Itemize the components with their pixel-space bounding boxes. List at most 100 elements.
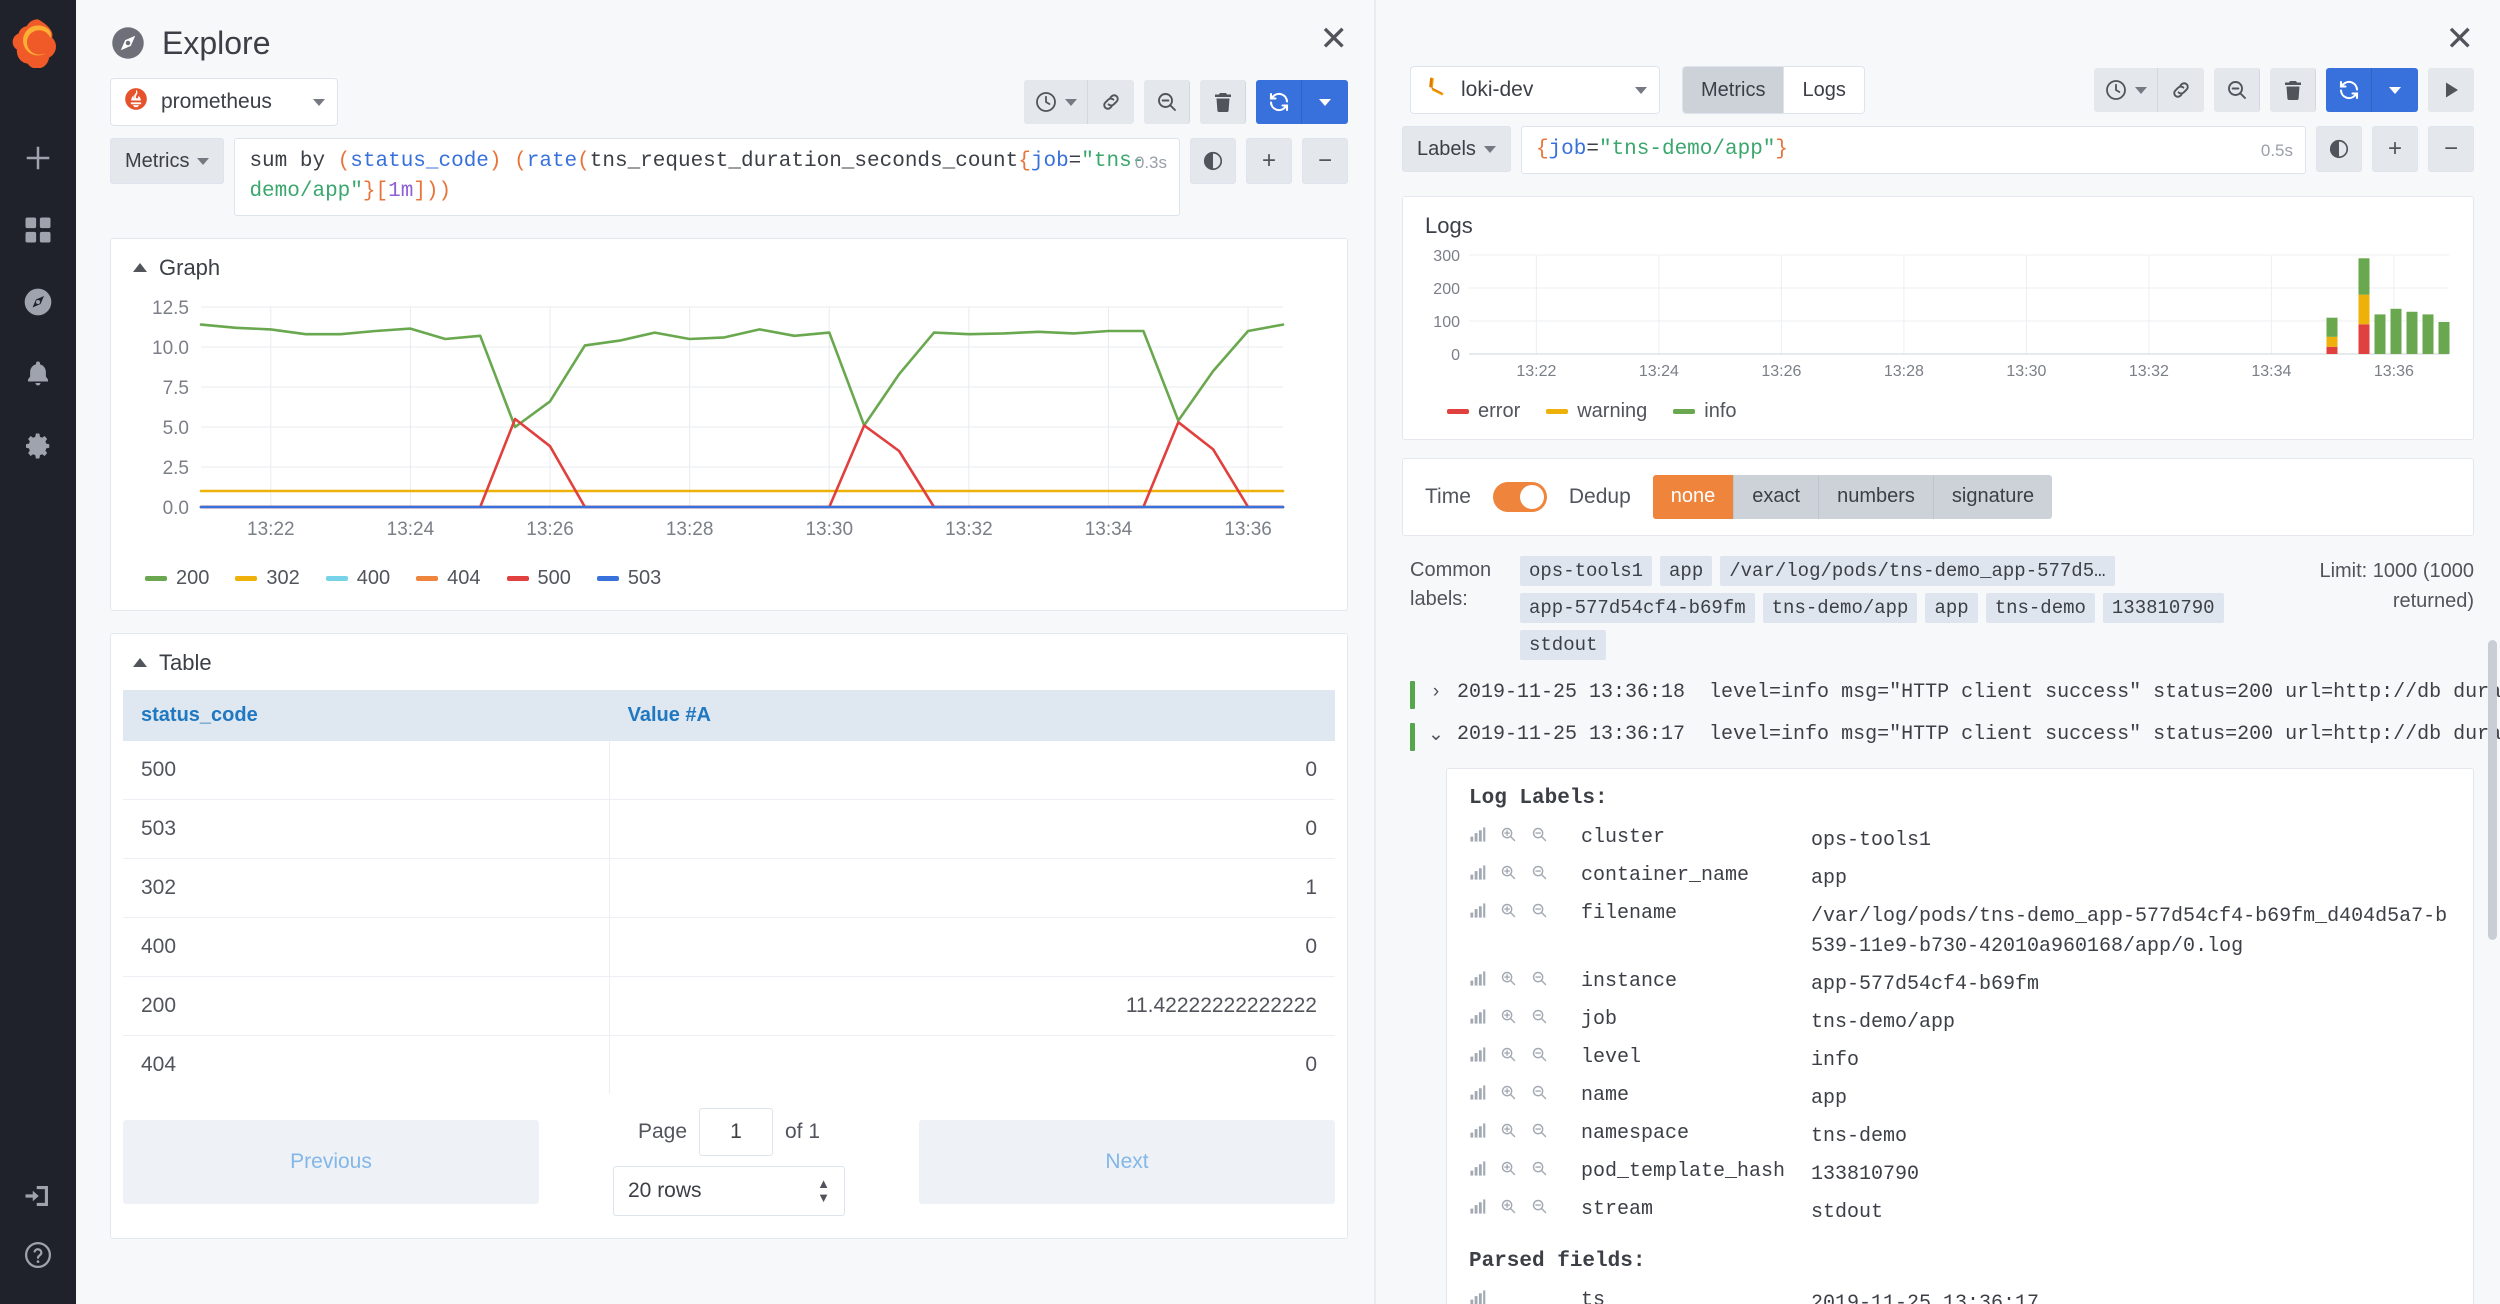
add-query-button-left[interactable]: + xyxy=(1246,138,1292,184)
log-expand-toggle[interactable]: ⌄ xyxy=(1427,723,1445,746)
legend-item-400[interactable]: 400 xyxy=(325,567,390,590)
filter-out-icon[interactable] xyxy=(1531,1084,1548,1101)
sidebar-item-configuration[interactable] xyxy=(1,410,75,482)
legend-item-warning[interactable]: warning xyxy=(1546,400,1647,423)
run-query-button[interactable] xyxy=(2428,68,2474,112)
log-row[interactable]: › 2019-11-25 13:36:18 level=info msg="HTT… xyxy=(1410,674,2500,716)
filter-for-icon[interactable] xyxy=(1500,1198,1517,1215)
common-label-chip[interactable]: ops-tools1 xyxy=(1520,555,1653,586)
filter-for-icon[interactable] xyxy=(1500,826,1517,843)
common-label-chip[interactable]: /var/log/pods/tns-demo_app-577d5… xyxy=(1720,555,2115,586)
clear-all-button-right[interactable] xyxy=(2270,68,2316,112)
table-column-header[interactable]: Value #A xyxy=(609,689,1335,741)
common-label-chip[interactable]: tns-demo/app xyxy=(1762,592,1918,623)
log-expand-toggle[interactable]: › xyxy=(1427,681,1445,703)
dedup-option-exact[interactable]: exact xyxy=(1734,474,1820,519)
filter-for-icon[interactable] xyxy=(1500,1084,1517,1101)
dedup-option-none[interactable]: none xyxy=(1652,474,1735,519)
stats-icon[interactable] xyxy=(1469,902,1486,919)
toggle-visibility-button-right[interactable] xyxy=(2316,126,2362,172)
filter-for-icon[interactable] xyxy=(1500,1122,1517,1139)
next-page-button[interactable]: Next xyxy=(919,1119,1335,1204)
dedup-option-signature[interactable]: signature xyxy=(1933,474,2053,519)
rows-per-page-select[interactable]: 20 rows ▲ ▼ xyxy=(613,1165,845,1216)
filter-out-icon[interactable] xyxy=(1531,826,1548,843)
legend-item-503[interactable]: 503 xyxy=(596,567,661,590)
close-right-pane-button[interactable]: ✕ xyxy=(2446,22,2475,56)
query-mode-button-left[interactable]: Metrics xyxy=(110,138,225,184)
stats-icon[interactable] xyxy=(1469,1289,1486,1304)
filter-out-icon[interactable] xyxy=(1531,1046,1548,1063)
legend-item-200[interactable]: 200 xyxy=(145,567,209,590)
sidebar-item-explore[interactable] xyxy=(1,266,75,338)
stats-icon[interactable] xyxy=(1469,970,1486,987)
filter-out-icon[interactable] xyxy=(1531,1008,1548,1025)
time-picker-button-right[interactable] xyxy=(2094,68,2158,112)
filter-for-icon[interactable] xyxy=(1500,1046,1517,1063)
filter-out-icon[interactable] xyxy=(1531,1198,1548,1215)
datasource-picker-right[interactable]: loki-dev xyxy=(1410,66,1660,114)
sidebar-item-dashboards[interactable] xyxy=(1,194,75,266)
filter-out-icon[interactable] xyxy=(1531,1160,1548,1177)
refresh-button-right[interactable] xyxy=(2326,68,2372,112)
page-number-input[interactable] xyxy=(699,1107,773,1156)
table-column-header[interactable]: status_code xyxy=(123,689,610,741)
time-toggle[interactable] xyxy=(1492,481,1547,512)
common-label-chip[interactable]: tns-demo xyxy=(1985,592,2095,623)
time-picker-button-left[interactable] xyxy=(1024,80,1088,124)
refresh-interval-button-left[interactable] xyxy=(1302,80,1348,124)
datasource-picker-left[interactable]: prometheus xyxy=(110,78,338,126)
log-row[interactable]: ⌄ 2019-11-25 13:36:17 level=info msg="HTT… xyxy=(1410,716,2500,758)
query-editor-left[interactable]: sum by (status_code) (rate(tns_request_d… xyxy=(234,138,1180,216)
sidebar-item-create[interactable] xyxy=(1,122,75,194)
stats-icon[interactable] xyxy=(1469,1122,1486,1139)
share-link-button-left[interactable] xyxy=(1088,80,1134,124)
grafana-logo-icon[interactable] xyxy=(10,14,66,70)
legend-item-info[interactable]: info xyxy=(1673,400,1737,423)
stats-icon[interactable] xyxy=(1469,864,1486,881)
common-label-chip[interactable]: stdout xyxy=(1520,629,1607,660)
stats-icon[interactable] xyxy=(1469,1008,1486,1025)
zoom-out-button-left[interactable] xyxy=(1144,80,1190,124)
refresh-button-left[interactable] xyxy=(1256,80,1302,124)
logs-scrollbar[interactable] xyxy=(2488,640,2497,940)
remove-query-button-right[interactable]: − xyxy=(2428,126,2474,172)
clear-all-button-left[interactable] xyxy=(1200,80,1246,124)
line-chart[interactable]: 0.0 2.5 5.0 7.5 10.0 12.5 13:22 13:24 13:26 13:28… xyxy=(131,297,1291,547)
table-panel-header[interactable]: Table xyxy=(111,634,1347,682)
stats-icon[interactable] xyxy=(1469,1046,1486,1063)
query-mode-button-right[interactable]: Labels xyxy=(1402,126,1511,172)
filter-out-icon[interactable] xyxy=(1531,902,1548,919)
legend-item-302[interactable]: 302 xyxy=(235,567,300,590)
stats-icon[interactable] xyxy=(1469,826,1486,843)
filter-out-icon[interactable] xyxy=(1531,970,1548,987)
filter-for-icon[interactable] xyxy=(1500,1160,1517,1177)
refresh-interval-button-right[interactable] xyxy=(2372,68,2418,112)
filter-for-icon[interactable] xyxy=(1500,970,1517,987)
zoom-out-button-right[interactable] xyxy=(2214,68,2260,112)
query-editor-right[interactable]: {job="tns-demo/app"} 0.5s xyxy=(1520,126,2306,174)
sidebar-item-alerting[interactable] xyxy=(1,338,75,410)
stats-icon[interactable] xyxy=(1469,1160,1486,1177)
filter-out-icon[interactable] xyxy=(1531,864,1548,881)
common-label-chip[interactable]: app-577d54cf4-b69fm xyxy=(1520,592,1755,623)
remove-query-button-left[interactable]: − xyxy=(1302,138,1348,184)
legend-item-404[interactable]: 404 xyxy=(416,567,481,590)
common-label-chip[interactable]: 133810790 xyxy=(2102,592,2224,623)
toggle-visibility-button-left[interactable] xyxy=(1190,138,1236,184)
previous-page-button[interactable]: Previous xyxy=(123,1119,539,1204)
dedup-option-numbers[interactable]: numbers xyxy=(1819,474,1934,519)
stats-icon[interactable] xyxy=(1469,1084,1486,1101)
share-link-button-right[interactable] xyxy=(2158,68,2204,112)
legend-item-500[interactable]: 500 xyxy=(506,567,571,590)
filter-out-icon[interactable] xyxy=(1531,1122,1548,1139)
tab-metrics[interactable]: Metrics xyxy=(1683,67,1785,113)
filter-for-icon[interactable] xyxy=(1500,864,1517,881)
common-label-chip[interactable]: app xyxy=(1925,592,1978,623)
filter-for-icon[interactable] xyxy=(1500,1008,1517,1025)
common-label-chip[interactable]: app xyxy=(1660,555,1713,586)
logs-histogram[interactable]: 0 100 200 300 13:22 13:24 13:26 13:28 13:30 13:32… xyxy=(1425,248,2455,384)
legend-item-error[interactable]: error xyxy=(1447,400,1520,423)
tab-logs[interactable]: Logs xyxy=(1784,67,1864,113)
graph-panel-header[interactable]: Graph xyxy=(111,239,1347,287)
